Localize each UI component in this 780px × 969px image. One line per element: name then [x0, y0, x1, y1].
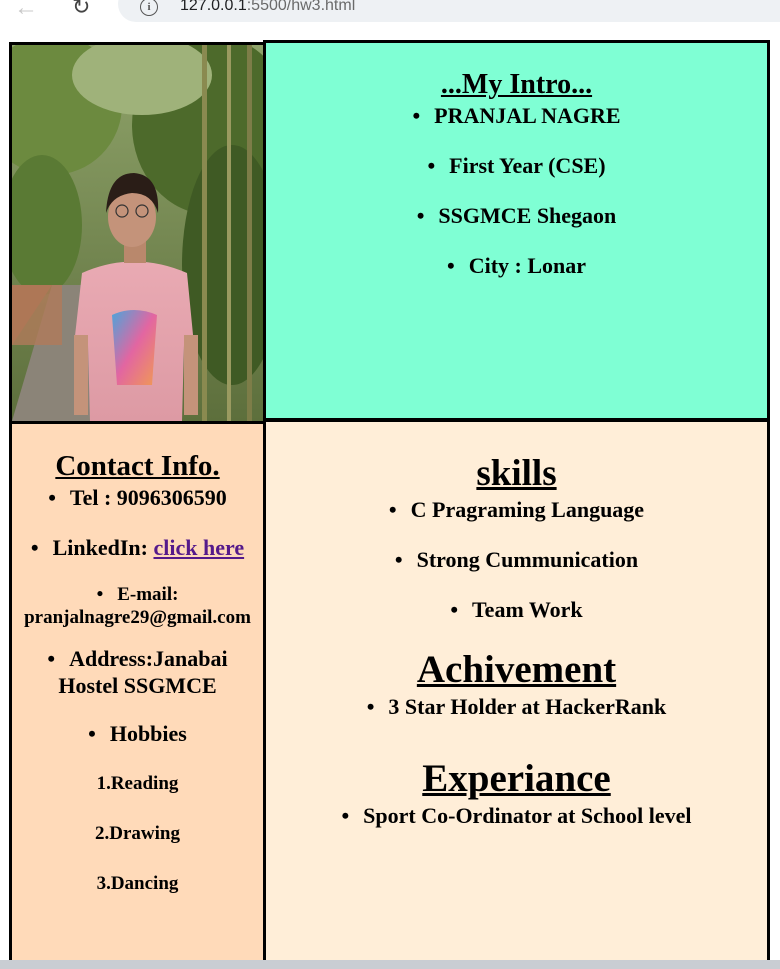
horizontal-scrollbar[interactable] — [0, 960, 780, 969]
reload-icon[interactable]: ↻ — [72, 0, 90, 20]
intro-list: • PRANJAL NAGRE • First Year (CSE) • SSGMCE… — [266, 101, 767, 301]
back-arrow-icon[interactable]: ← — [14, 0, 38, 22]
contact-email: • E-mail: pranjalnagre29@gmail.com — [12, 583, 263, 641]
address-line1: Address:Janabai — [69, 646, 228, 671]
bullet-icon: • — [30, 535, 39, 560]
contact-section: Contact Info. • Tel : 9096306590 • LinkedI… — [9, 421, 266, 969]
bullet-icon: • — [47, 646, 56, 671]
contact-linkedin: • LinkedIn: click here — [12, 533, 263, 583]
bullet-icon: • — [446, 253, 455, 278]
list-item: • Sport Co-Ordinator at School level — [266, 801, 767, 851]
skill-item: Team Work — [472, 597, 583, 622]
achievement-list: • 3 Star Holder at HackerRank — [266, 692, 767, 742]
bullet-icon: • — [394, 547, 403, 572]
address-line2: Hostel SSGMCE — [58, 673, 217, 698]
list-item: • Team Work — [266, 595, 767, 645]
hobbies-label: Hobbies — [109, 721, 187, 746]
contact-address: • Address:Janabai Hostel SSGMCE — [12, 641, 263, 721]
contact-list: • Tel : 9096306590 • LinkedIn: click here … — [12, 483, 263, 771]
bullet-icon: • — [366, 694, 375, 719]
hobby-item: 2.Drawing — [95, 823, 180, 844]
bullet-icon: • — [341, 803, 350, 828]
bullet-icon: • — [416, 203, 425, 228]
skills-list: • C Pragraming Language • Strong Cummunica… — [266, 495, 767, 645]
skill-item: Strong Cummunication — [416, 547, 639, 572]
list-item: • First Year (CSE) — [266, 151, 767, 201]
hobby-item: 1.Reading — [96, 773, 179, 794]
intro-section: ...My Intro... • PRANJAL NAGRE • First Yea… — [263, 40, 770, 422]
intro-title: ...My Intro... — [440, 69, 593, 100]
bullet-icon: • — [427, 153, 436, 178]
achievement-title: Achivement — [416, 648, 617, 691]
achievement-item: 3 Star Holder at HackerRank — [388, 694, 667, 719]
tel-text: Tel : 9096306590 — [69, 485, 227, 510]
contact-title: Contact Info. — [55, 450, 220, 482]
bullet-icon: • — [48, 485, 56, 510]
list-item: • SSGMCE Shegaon — [266, 201, 767, 251]
bullet-icon: • — [388, 497, 397, 522]
url-host: 127.0.0.1 — [180, 0, 247, 14]
list-item: • C Pragraming Language — [266, 495, 767, 545]
email-label: E-mail: — [117, 584, 179, 605]
hobby-item: 3.Dancing — [96, 873, 179, 894]
email-value: pranjalnagre29@gmail.com — [24, 607, 251, 628]
bullet-icon: • — [88, 721, 96, 746]
list-item: • City : Lonar — [266, 251, 767, 301]
contact-tel: • Tel : 9096306590 — [12, 483, 263, 533]
skills-section: skills • C Pragraming Language • Strong Cu… — [263, 419, 770, 969]
profile-photo — [9, 42, 266, 424]
skill-item: C Pragraming Language — [410, 497, 645, 522]
experience-item: Sport Co-Ordinator at School level — [363, 803, 692, 828]
intro-city: City : Lonar — [468, 253, 587, 278]
experience-list: • Sport Co-Ordinator at School level — [266, 801, 767, 851]
browser-toolbar: ← ↻ i 127.0.0.1:5500/hw3.html — [0, 0, 780, 24]
experience-title: Experiance — [422, 757, 611, 800]
bullet-icon: • — [96, 584, 104, 605]
list-item: • Strong Cummunication — [266, 545, 767, 595]
skills-title: skills — [476, 453, 557, 494]
linkedin-label: LinkedIn: — [52, 535, 148, 560]
contact-hobbies: • Hobbies — [12, 721, 263, 771]
list-item: • PRANJAL NAGRE — [266, 101, 767, 151]
linkedin-link[interactable]: click here — [153, 535, 244, 560]
intro-year: First Year (CSE) — [449, 153, 606, 178]
url-path: :5500/hw3.html — [246, 0, 356, 14]
list-item: • 3 Star Holder at HackerRank — [266, 692, 767, 742]
intro-college: SSGMCE Shegaon — [438, 203, 617, 228]
intro-name: PRANJAL NAGRE — [434, 103, 621, 128]
bullet-icon: • — [450, 597, 459, 622]
url-text[interactable]: 127.0.0.1:5500/hw3.html — [180, 0, 355, 15]
bullet-icon: • — [412, 103, 421, 128]
